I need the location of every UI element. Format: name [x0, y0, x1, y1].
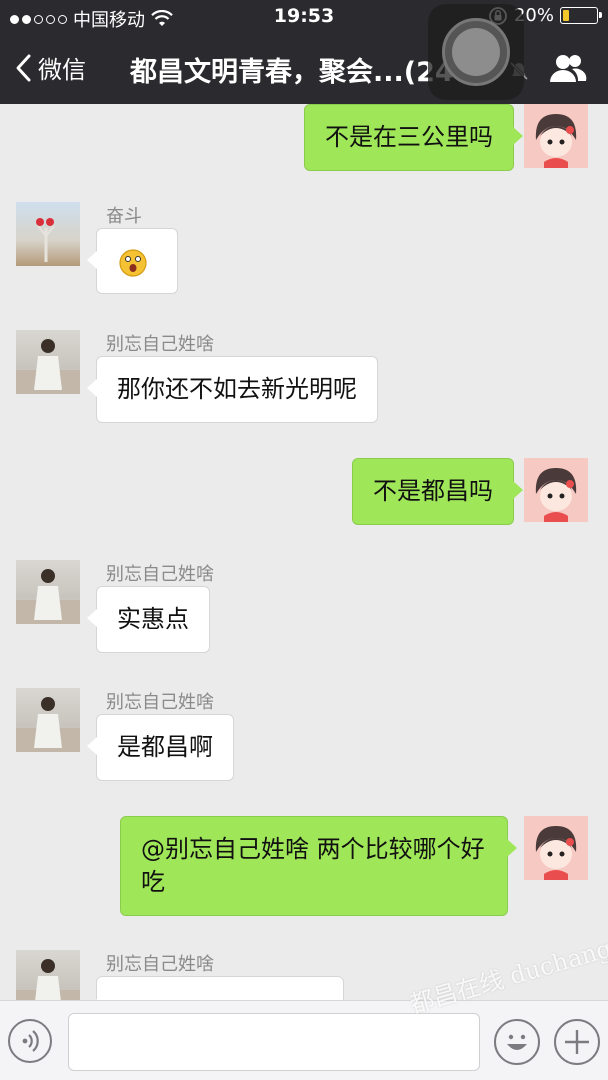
- group-members-icon[interactable]: [548, 52, 588, 86]
- message-bubble-outgoing[interactable]: @别忘自己姓啥 两个比较哪个好吃: [120, 816, 517, 916]
- sender-name: 奋斗: [106, 206, 142, 227]
- voice-button[interactable]: [8, 1019, 52, 1063]
- message-bubble-outgoing[interactable]: 不是在三公里吗: [304, 104, 523, 171]
- tree-hearts-avatar-icon: [36, 218, 55, 262]
- girl-avatar-icon: [535, 468, 577, 522]
- avatar[interactable]: [524, 816, 588, 880]
- avatar[interactable]: [16, 202, 80, 266]
- avatar[interactable]: [16, 950, 80, 1000]
- man-photo-avatar-icon: [16, 697, 80, 752]
- sender-name: 别忘自己姓啥: [106, 564, 214, 585]
- avatar[interactable]: [16, 330, 80, 394]
- avatar[interactable]: [16, 688, 80, 752]
- man-photo-avatar-icon: [16, 339, 80, 394]
- avatar[interactable]: [524, 104, 588, 168]
- message-bubble-outgoing[interactable]: 不是都昌吗: [352, 458, 523, 525]
- plus-icon: [565, 1030, 589, 1054]
- emoji-icon: [507, 1034, 527, 1050]
- chat-area: 不是在三公里吗 奋斗 别忘自己姓啥 那你还不如去新光明呢 不是都昌吗 别忘自己姓…: [0, 104, 608, 1000]
- back-label: 微信: [38, 56, 86, 84]
- girl-avatar-icon: [535, 826, 577, 880]
- message-bubble-incoming[interactable]: 实惠点: [87, 586, 210, 653]
- girl-avatar-icon: [535, 114, 577, 168]
- man-photo-avatar-icon: [16, 959, 80, 1000]
- sender-name: 别忘自己姓啥: [106, 692, 214, 713]
- chevron-left-icon: [16, 54, 31, 81]
- sender-name: 别忘自己姓啥: [106, 954, 214, 975]
- avatar[interactable]: [524, 458, 588, 522]
- message-input[interactable]: [68, 1013, 480, 1071]
- top-bar: 中国移动 19:53 20% 微信 都昌文明青春，聚会...(246): [0, 0, 608, 104]
- message-bubble-incoming[interactable]: 那你还不如去新光明呢: [87, 356, 378, 423]
- message-bubble-incoming[interactable]: [87, 976, 344, 1000]
- input-bar: [0, 1000, 608, 1080]
- voice-icon: [22, 1030, 39, 1052]
- sender-name: 别忘自己姓啥: [106, 334, 214, 355]
- avatar[interactable]: [16, 560, 80, 624]
- man-photo-avatar-icon: [16, 569, 80, 624]
- emoji-button[interactable]: [494, 1019, 540, 1065]
- surprised-face-emoji-icon: [119, 249, 147, 277]
- message-bubble-incoming[interactable]: [87, 228, 178, 294]
- more-button[interactable]: [554, 1019, 600, 1065]
- message-bubble-incoming[interactable]: 是都昌啊: [87, 714, 234, 781]
- back-button[interactable]: 微信: [14, 50, 86, 85]
- battery-icon: [560, 7, 602, 24]
- battery-level: [563, 10, 569, 21]
- assistive-touch-button[interactable]: [428, 4, 524, 100]
